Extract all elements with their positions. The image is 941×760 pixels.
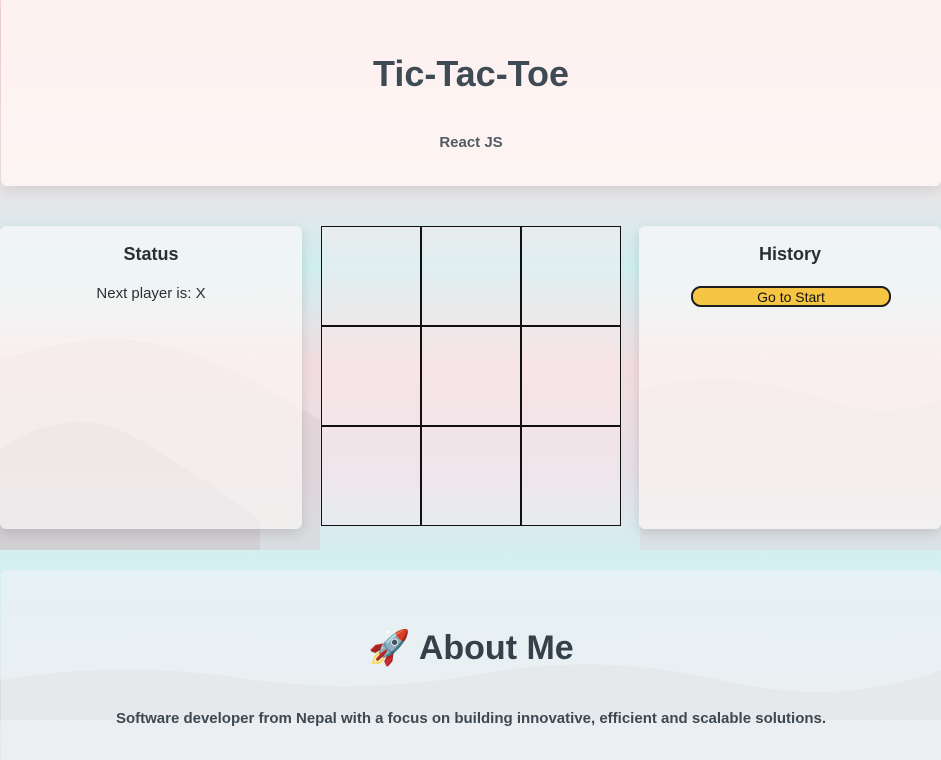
about-title-text: About Me: [418, 629, 574, 667]
status-panel: Status Next player is: X: [0, 226, 302, 529]
history-title: History: [758, 244, 821, 264]
board-cell-8[interactable]: [521, 426, 621, 526]
board-cell-3[interactable]: [321, 326, 421, 426]
rocket-icon: 🚀: [368, 629, 411, 667]
status-title: Status: [123, 244, 179, 264]
about-title: 🚀 About Me: [1, 628, 941, 668]
page-subtitle: React JS: [439, 134, 503, 151]
board-cell-7[interactable]: [421, 426, 521, 526]
header-card: Tic-Tac-Toe React JS: [1, 0, 941, 186]
board-cell-0[interactable]: [321, 226, 421, 326]
about-section: 🚀 About Me Software developer from Nepal…: [1, 570, 941, 760]
page-title: Tic-Tac-Toe: [372, 53, 570, 94]
about-description: Software developer from Nepal with a foc…: [115, 710, 827, 727]
go-to-start-button[interactable]: Go to Start: [691, 286, 891, 307]
history-panel: History Go to Start: [639, 226, 941, 529]
game-board: [321, 226, 621, 526]
board-cell-2[interactable]: [521, 226, 621, 326]
board-cell-4[interactable]: [421, 326, 521, 426]
next-player-status: Next player is: X: [96, 285, 206, 302]
board-cell-6[interactable]: [321, 426, 421, 526]
board-cell-5[interactable]: [521, 326, 621, 426]
board-cell-1[interactable]: [421, 226, 521, 326]
